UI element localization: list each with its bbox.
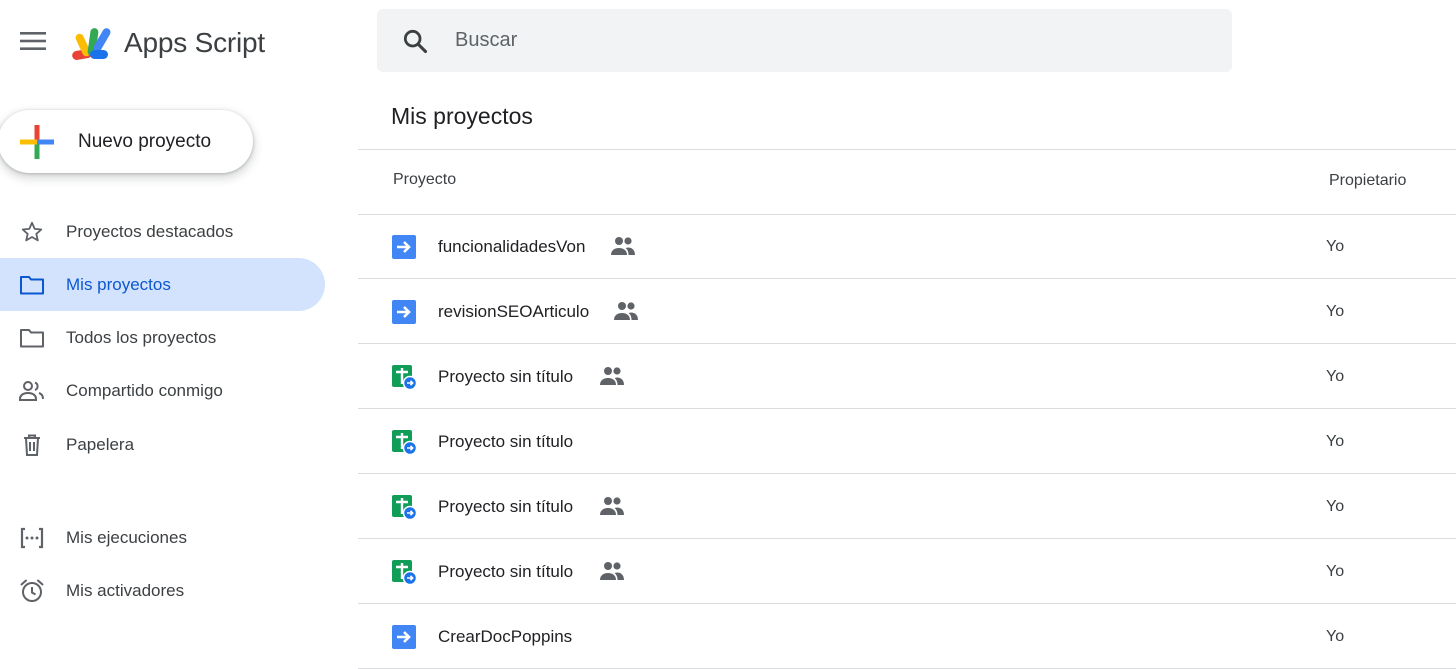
sidebar-item-label: Todos los proyectos xyxy=(66,327,217,347)
table-row[interactable]: revisionSEOArticulo Yo xyxy=(358,280,1456,344)
sidebar-item-trash[interactable]: Papelera xyxy=(0,418,325,471)
main-menu-button[interactable] xyxy=(8,18,58,64)
sidebar-item-label: Papelera xyxy=(66,434,135,454)
table-row[interactable]: Proyecto sin título Yo xyxy=(358,345,1456,409)
standalone-script-icon xyxy=(392,300,416,324)
shared-people-icon xyxy=(600,562,624,580)
sidebar-item-label: Mis activadores xyxy=(66,580,185,600)
sheets-script-icon xyxy=(392,560,417,585)
star-icon xyxy=(18,218,46,246)
project-name[interactable]: CrearDocPoppins xyxy=(438,627,572,647)
owner-cell: Yo xyxy=(1326,302,1345,320)
sidebar-item-all-projects[interactable]: Todos los proyectos xyxy=(0,311,325,364)
project-name[interactable]: Proyecto sin título xyxy=(438,367,573,387)
shared-people-icon xyxy=(611,237,635,255)
shared-people-icon xyxy=(614,302,638,320)
project-name[interactable]: Proyecto sin título xyxy=(438,432,573,452)
table-row[interactable]: funcionalidadesVon Yo xyxy=(358,215,1456,279)
project-name[interactable]: Proyecto sin título xyxy=(438,497,573,517)
sidebar-item-label: Compartido conmigo xyxy=(66,380,223,400)
search-input[interactable] xyxy=(453,28,1157,53)
sheets-script-icon xyxy=(392,430,417,455)
owner-cell: Yo xyxy=(1326,562,1345,580)
apps-script-logo-icon[interactable] xyxy=(70,24,116,64)
sidebar-item-label: Proyectos destacados xyxy=(66,221,234,241)
column-header-owner[interactable]: Propietario xyxy=(1329,172,1406,190)
trash-icon xyxy=(18,431,46,459)
sidebar-item-label: Mis ejecuciones xyxy=(66,527,187,547)
owner-cell: Yo xyxy=(1326,432,1345,450)
owner-cell: Yo xyxy=(1326,497,1345,515)
shared-people-icon xyxy=(600,367,624,385)
owner-cell: Yo xyxy=(1326,367,1345,385)
sidebar-item-label: Mis proyectos xyxy=(66,274,171,294)
sheets-script-icon xyxy=(392,495,417,520)
hamburger-menu-icon xyxy=(20,32,46,50)
column-header-project[interactable]: Proyecto xyxy=(393,171,456,189)
search-bar[interactable] xyxy=(377,9,1232,72)
sidebar-item-executions[interactable]: Mis ejecuciones xyxy=(0,511,325,564)
sidebar-item-shared-with-me[interactable]: Compartido conmigo xyxy=(0,364,325,417)
sheets-script-icon xyxy=(392,365,417,390)
owner-cell: Yo xyxy=(1326,237,1345,255)
standalone-script-icon xyxy=(392,625,416,649)
table-row[interactable]: Proyecto sin título Yo xyxy=(358,475,1456,539)
sidebar-item-my-projects[interactable]: Mis proyectos xyxy=(0,258,325,311)
colorful-plus-icon xyxy=(20,124,54,159)
project-name[interactable]: funcionalidadesVon xyxy=(438,237,585,257)
sidebar-item-starred[interactable]: Proyectos destacados xyxy=(0,205,325,258)
executions-icon xyxy=(18,524,46,552)
project-name[interactable]: Proyecto sin título xyxy=(438,562,573,582)
search-icon[interactable] xyxy=(401,27,429,55)
alarm-icon xyxy=(18,577,46,605)
page-title: Mis proyectos xyxy=(391,103,533,129)
sidebar-item-triggers[interactable]: Mis activadores xyxy=(0,564,325,617)
people-icon xyxy=(18,377,46,405)
table-row[interactable]: Proyecto sin título Yo xyxy=(358,540,1456,604)
table-row[interactable]: CrearDocPoppins Yo xyxy=(358,605,1456,669)
new-project-label: Nuevo proyecto xyxy=(78,130,212,152)
folder-icon xyxy=(18,324,46,352)
project-name[interactable]: revisionSEOArticulo xyxy=(438,302,589,322)
table-row[interactable]: Proyecto sin título Yo xyxy=(358,410,1456,474)
shared-people-icon xyxy=(600,497,624,515)
standalone-script-icon xyxy=(392,235,416,259)
app-title: Apps Script xyxy=(124,27,265,58)
new-project-button[interactable]: Nuevo proyecto xyxy=(0,110,253,173)
folder-icon xyxy=(18,271,46,299)
divider xyxy=(358,149,1456,150)
owner-cell: Yo xyxy=(1326,627,1345,645)
